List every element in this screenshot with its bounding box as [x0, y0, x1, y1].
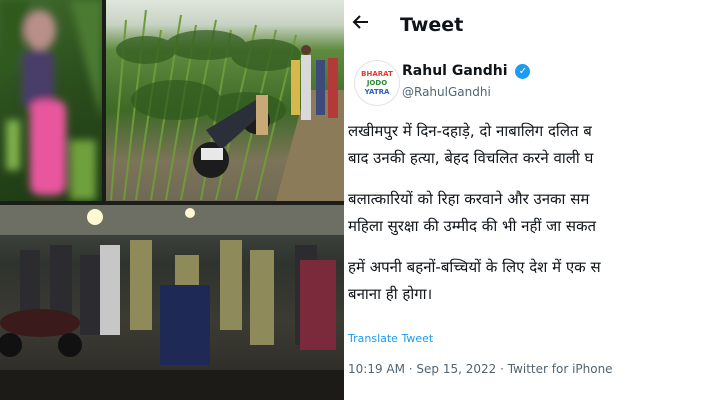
- bharat-jodo-yatra-logo: BHARAT JODO YATRA: [361, 70, 393, 96]
- tweet-timestamp: 10:19 AM · Sep 15, 2022 · Twitter for iP…: [348, 362, 613, 376]
- author-name-row[interactable]: Rahul Gandhi ✓: [402, 63, 531, 79]
- back-arrow-icon[interactable]: [352, 12, 370, 38]
- tweet-line: लखीमपुर में दिन-दहाड़े, दो नाबालिग दलित …: [348, 122, 592, 140]
- page-title: Tweet: [400, 14, 464, 36]
- photo-night-crowd: [0, 205, 344, 400]
- tweet-line: महिला सुरक्षा की उम्मीद की भी नहीं जा सक…: [348, 217, 597, 235]
- photo-night-crowd-art: [0, 205, 344, 400]
- verified-badge-icon: ✓: [515, 63, 531, 79]
- translate-tweet-link[interactable]: Translate Tweet: [348, 332, 433, 345]
- tweet-panel: Tweet BHARAT JODO YATRA Rahul Gandhi ✓ @…: [344, 0, 710, 400]
- tweet-line: बलात्कारियों को रिहा करवाने और उनका सम: [348, 190, 590, 208]
- tweet-line: बाद उनकी हत्या, बेहद विचलित करने वाली घ: [348, 149, 594, 167]
- tweet-line: बनाना ही होगा।: [348, 285, 433, 303]
- avatar[interactable]: BHARAT JODO YATRA: [354, 60, 400, 106]
- svg-text:JODO: JODO: [366, 79, 387, 87]
- author-handle[interactable]: @RahulGandhi: [402, 85, 491, 99]
- photo-blurred-person: [0, 0, 102, 201]
- svg-text:BHARAT: BHARAT: [361, 70, 393, 78]
- photo-sugarcane-field-art: [110, 9, 344, 201]
- author-name[interactable]: Rahul Gandhi: [402, 63, 508, 79]
- arrow-left-icon: [352, 15, 368, 29]
- photo-sugarcane-field: [106, 0, 344, 201]
- photo-blurred-person-art: [0, 0, 102, 200]
- photo-collage: [0, 0, 344, 400]
- tweet-body: लखीमपुर में दिन-दहाड़े, दो नाबालिग दलित …: [348, 118, 710, 308]
- tweet-line: हमें अपनी बहनों-बच्चियों के लिए देश में …: [348, 258, 601, 276]
- svg-text:YATRA: YATRA: [364, 88, 390, 96]
